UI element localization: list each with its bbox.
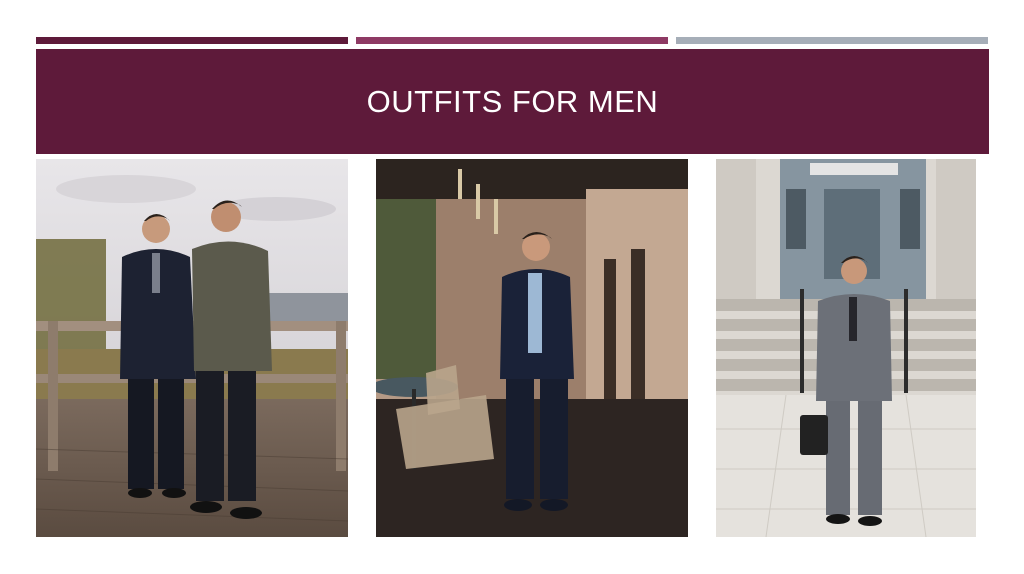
photo-two-men-boardwalk <box>36 159 348 537</box>
accent-bar-3 <box>676 37 988 44</box>
slide-title: OUTFITS FOR MEN <box>366 83 659 119</box>
photo-man-navy-suit-porch <box>376 159 688 537</box>
title-band: OUTFITS FOR MEN <box>36 49 989 154</box>
photo-man-grey-suit-briefcase <box>716 159 976 537</box>
accent-bar-1 <box>36 37 348 44</box>
accent-bar-2 <box>356 37 668 44</box>
